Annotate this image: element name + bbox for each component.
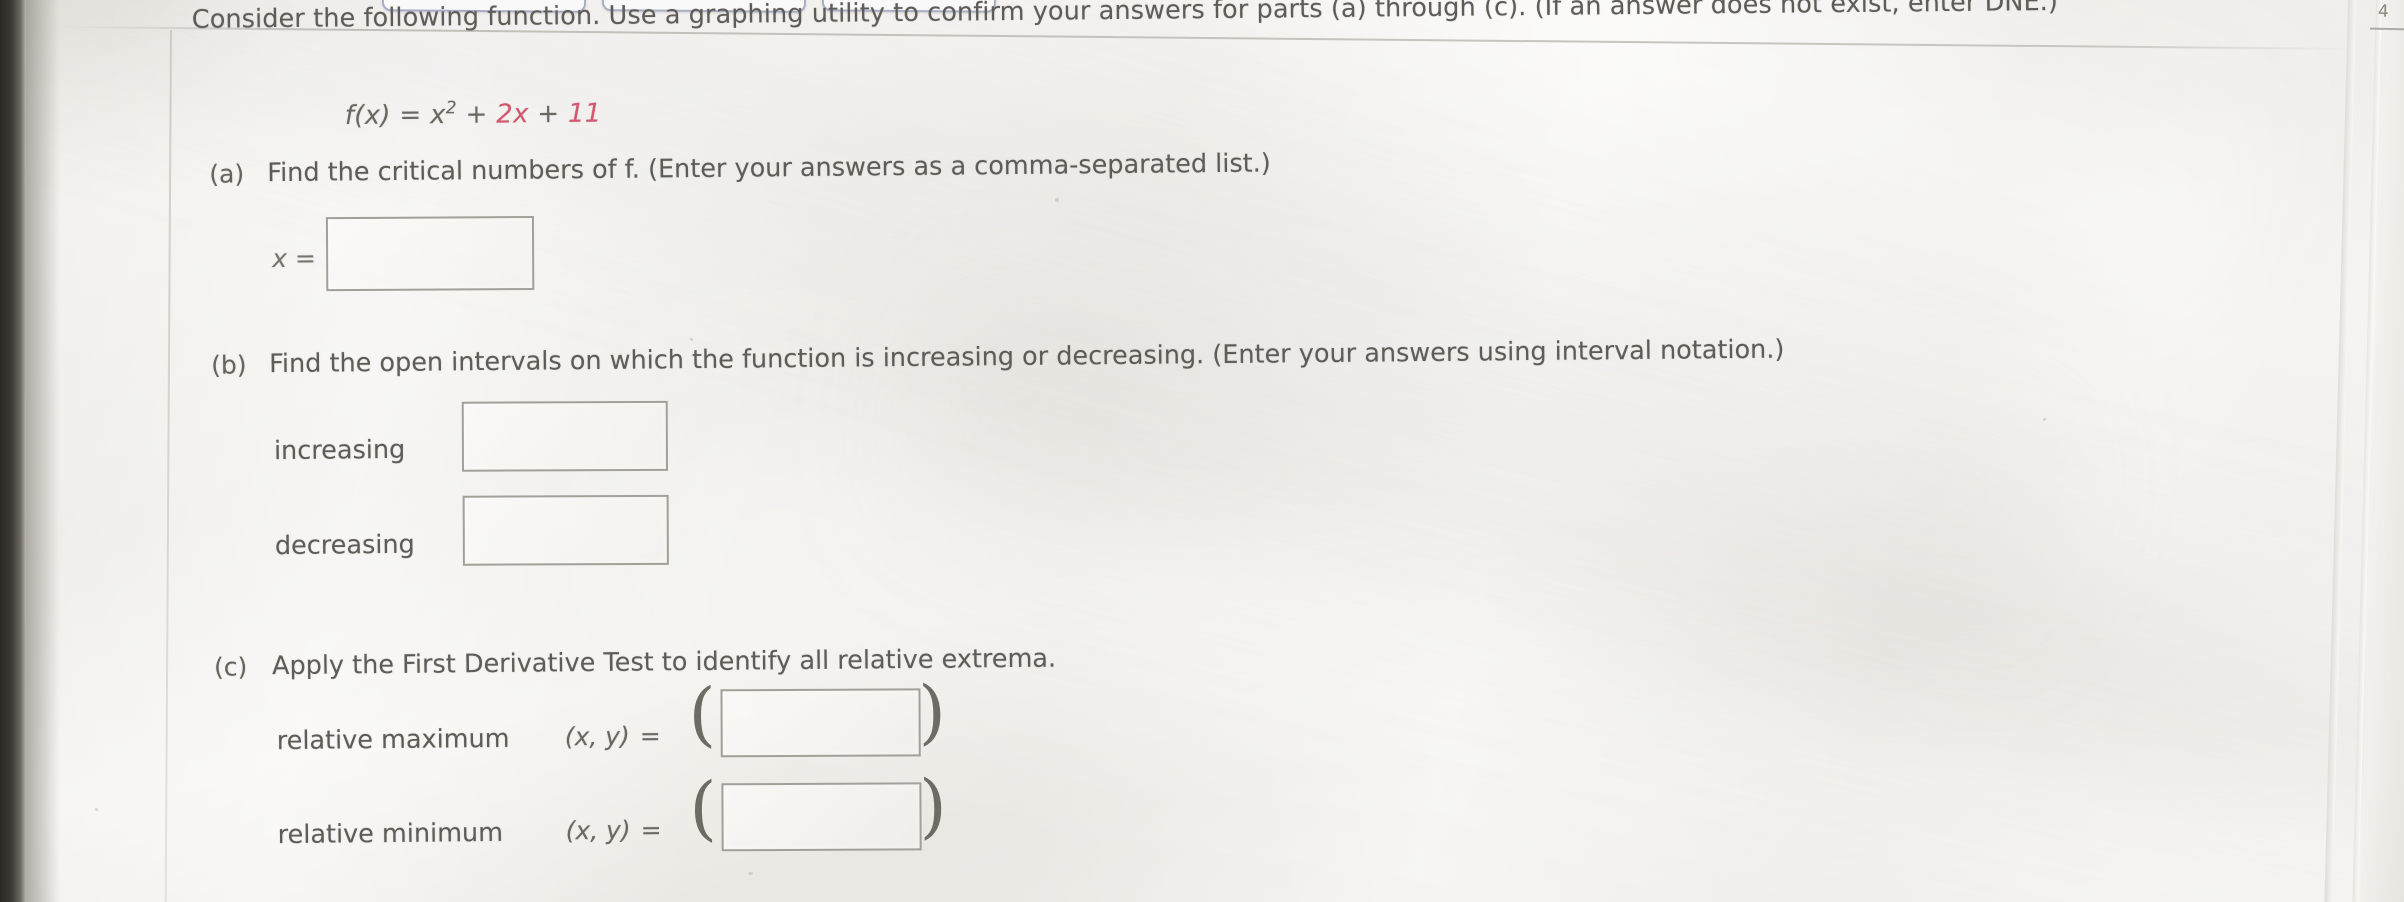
critical-numbers-input[interactable] bbox=[325, 216, 535, 292]
relative-maximum-paren-left: ( bbox=[688, 672, 717, 756]
function-exponent: 2 bbox=[445, 98, 457, 119]
part-c-label: (c) bbox=[213, 652, 248, 682]
part-a-field-label: x = bbox=[272, 243, 316, 274]
relmax-xy: (x, y) bbox=[564, 721, 630, 752]
relmax-equals: = bbox=[639, 721, 661, 751]
relative-minimum-coordinate-label: (x, y) = bbox=[566, 815, 662, 845]
relative-minimum-paren-right: ) bbox=[919, 764, 948, 847]
relmin-equals: = bbox=[640, 815, 662, 845]
relative-maximum-paren-right: ) bbox=[918, 670, 947, 753]
relative-maximum-label: relative maximum bbox=[276, 723, 510, 757]
part-a-text: Find the critical numbers of f. (Enter y… bbox=[267, 148, 1271, 189]
function-lhs: f(x) = bbox=[344, 100, 431, 132]
problem-prompt: Consider the following function. Use a g… bbox=[191, 0, 2059, 35]
part-b-text: Find the open intervals on which the fun… bbox=[269, 334, 1785, 380]
decreasing-interval-input[interactable] bbox=[462, 494, 669, 566]
function-term-11: 11 bbox=[567, 98, 602, 129]
relative-minimum-input[interactable] bbox=[721, 782, 922, 852]
relmin-xy: (x, y) bbox=[565, 815, 631, 846]
relative-minimum-label: relative minimum bbox=[277, 817, 504, 851]
increasing-label: increasing bbox=[273, 434, 406, 467]
function-operator-2: + bbox=[528, 98, 569, 130]
relative-maximum-coordinate-label: (x, y) = bbox=[565, 721, 661, 751]
problem-content: Consider the following function. Use a g… bbox=[0, 0, 2404, 902]
part-a-label: (a) bbox=[209, 159, 245, 189]
decreasing-label: decreasing bbox=[274, 529, 415, 562]
relative-minimum-paren-left: ( bbox=[689, 766, 718, 850]
increasing-interval-input[interactable] bbox=[461, 400, 669, 472]
function-term-x: x bbox=[429, 100, 446, 131]
function-definition: f(x) = x2 + 2x + 11 bbox=[345, 97, 602, 131]
part-b-label: (b) bbox=[211, 350, 247, 380]
relative-maximum-input[interactable] bbox=[720, 688, 921, 758]
function-term-2x: 2x bbox=[496, 99, 529, 130]
function-operator-1: + bbox=[456, 99, 497, 130]
screenshot-root: 4 Consider the following function. Use a… bbox=[0, 0, 2404, 902]
